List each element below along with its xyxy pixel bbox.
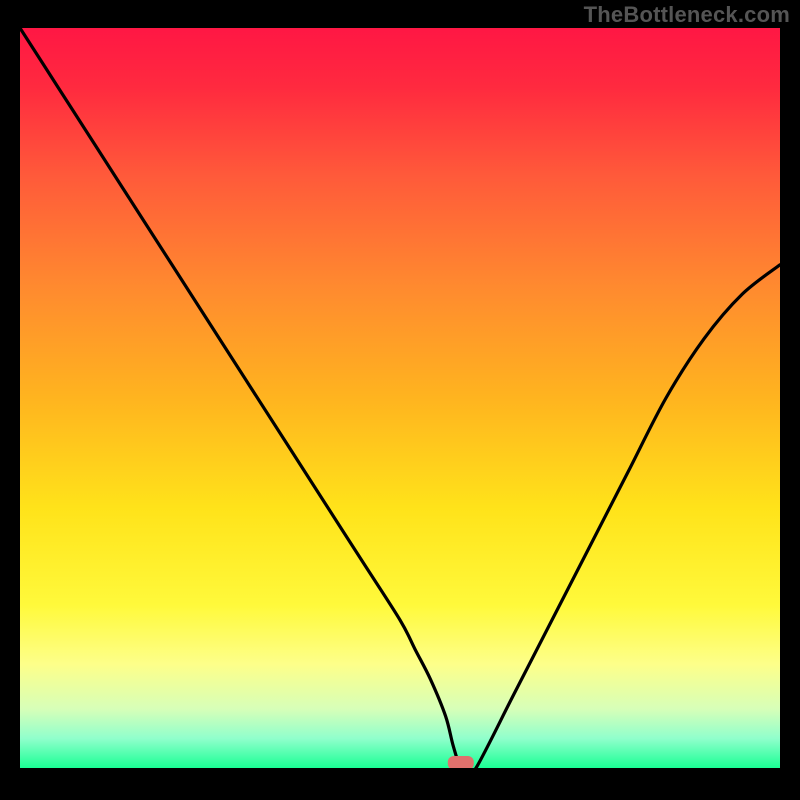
watermark-text: TheBottleneck.com — [584, 2, 790, 28]
current-point-marker — [448, 756, 474, 768]
plot-area — [20, 28, 780, 768]
chart-stage: TheBottleneck.com — [0, 0, 800, 800]
chart-svg — [20, 28, 780, 768]
